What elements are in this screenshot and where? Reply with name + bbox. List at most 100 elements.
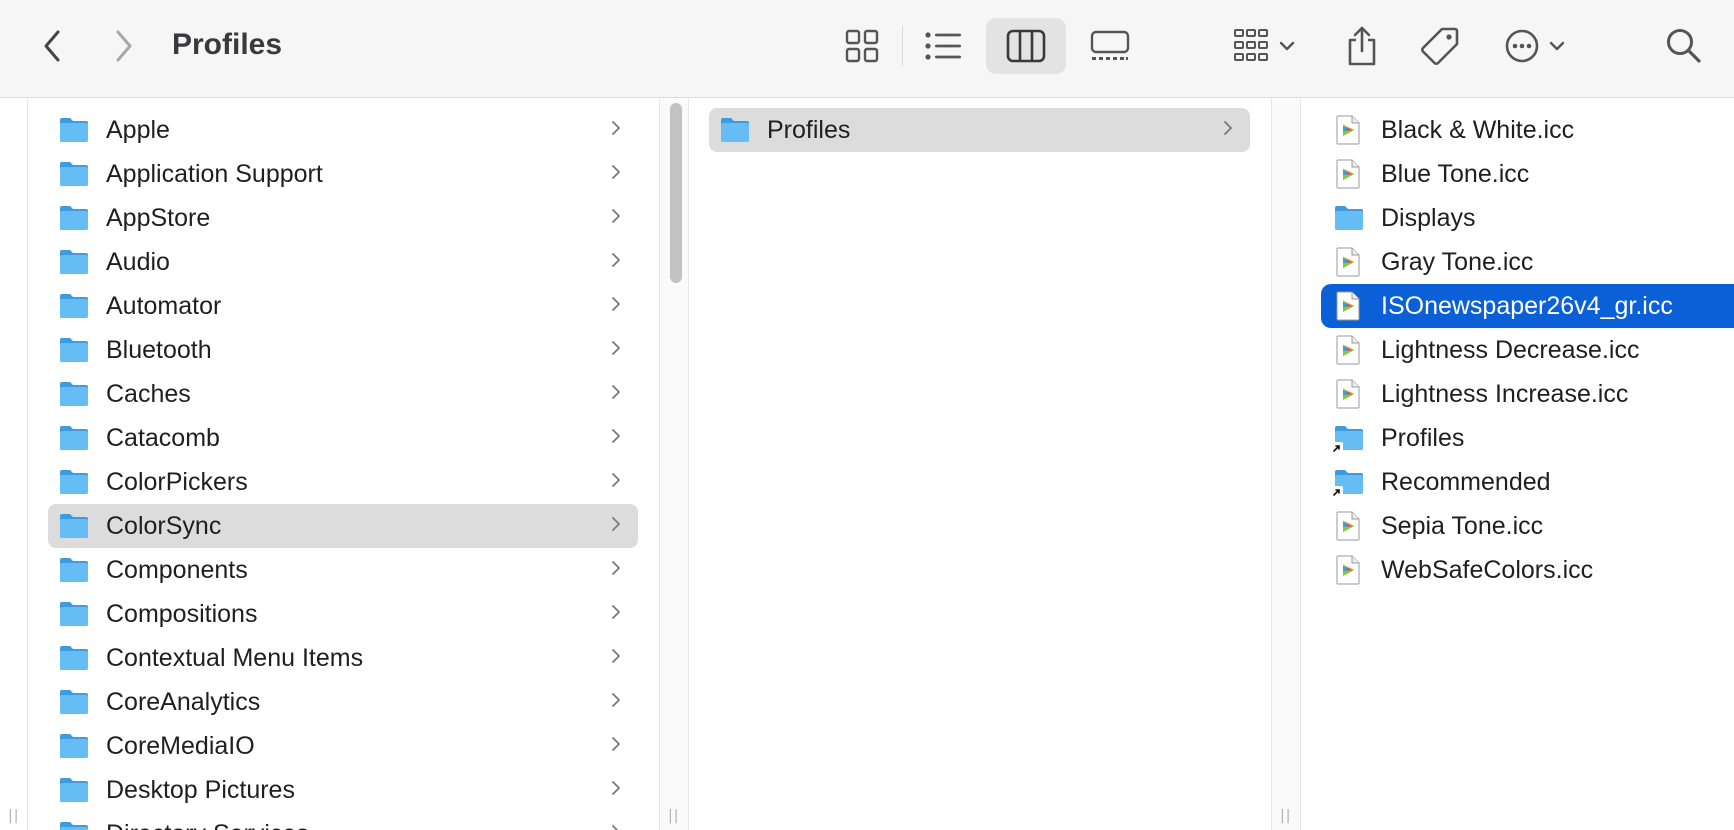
- folder-icon: [58, 248, 90, 276]
- chevron-right-icon: [116, 30, 132, 62]
- search-button[interactable]: [1660, 22, 1708, 70]
- folder-icon: [58, 644, 90, 672]
- icc-file-icon: [1335, 511, 1361, 541]
- list-item[interactable]: Components: [48, 548, 638, 592]
- list-item[interactable]: Recommended: [1321, 460, 1734, 504]
- list-item[interactable]: ColorPickers: [48, 460, 638, 504]
- window-title: Profiles: [172, 28, 283, 61]
- list-item[interactable]: WebSafeColors.icc: [1321, 548, 1734, 592]
- list-item[interactable]: Displays: [1321, 196, 1734, 240]
- list-item[interactable]: Bluetooth: [48, 328, 638, 372]
- list-item[interactable]: ISOnewspaper26v4_gr.icc: [1321, 284, 1734, 328]
- list-item[interactable]: Contextual Menu Items: [48, 636, 638, 680]
- alias-arrow-icon: [1331, 442, 1343, 454]
- chevron-right-icon: [606, 691, 626, 714]
- icc-file-icon: [1335, 335, 1361, 365]
- list-item[interactable]: Gray Tone.icc: [1321, 240, 1734, 284]
- chevron-right-icon: [606, 823, 626, 830]
- list-item[interactable]: Blue Tone.icc: [1321, 152, 1734, 196]
- group-button[interactable]: [1228, 22, 1300, 70]
- item-label: Sepia Tone.icc: [1381, 511, 1544, 540]
- item-label: Audio: [106, 247, 170, 276]
- list-item[interactable]: Desktop Pictures: [48, 768, 638, 812]
- icc-file-icon: [1335, 379, 1361, 409]
- chevron-right-icon: [1218, 119, 1238, 142]
- item-label: Desktop Pictures: [106, 775, 295, 804]
- item-label: CoreAnalytics: [106, 687, 261, 716]
- folder-icon: [58, 424, 90, 452]
- list-item[interactable]: Audio: [48, 240, 638, 284]
- column-2-gutter: ||: [1271, 99, 1301, 830]
- item-label: Directory Services: [106, 820, 606, 830]
- item-label: Lightness Increase.icc: [1381, 379, 1629, 408]
- item-label: Recommended: [1381, 467, 1551, 496]
- alias-arrow-icon: [1331, 486, 1343, 498]
- folder-icon: [58, 820, 90, 830]
- item-label: Lightness Decrease.icc: [1381, 335, 1640, 364]
- list-view-button[interactable]: [918, 22, 970, 70]
- list-item[interactable]: Black & White.icc: [1321, 108, 1734, 152]
- toolbar: Profiles: [0, 0, 1734, 98]
- folder-icon: [1333, 204, 1365, 232]
- column-1-scrollbar[interactable]: ||: [659, 99, 689, 830]
- grid-icon: [845, 29, 879, 63]
- column-3: Black & White.icc Blue Tone.icc Displays Gr…: [1301, 99, 1734, 830]
- column-view-button[interactable]: [986, 18, 1066, 74]
- chevron-right-icon: [606, 603, 626, 626]
- share-button[interactable]: [1340, 20, 1384, 72]
- icon-view-button[interactable]: [836, 22, 888, 70]
- tags-button[interactable]: [1416, 22, 1464, 70]
- item-label: Apple: [106, 115, 170, 144]
- folder-icon: [58, 468, 90, 496]
- chevron-right-icon: [606, 647, 626, 670]
- chevron-left-icon: [44, 30, 60, 62]
- list-item[interactable]: Profiles: [1321, 416, 1734, 460]
- column-1: Apple Application Support AppStore Audio Aut…: [28, 99, 658, 830]
- list-item[interactable]: CoreMediaIO: [48, 724, 638, 768]
- folder-icon: [58, 336, 90, 364]
- folder-icon: [58, 600, 90, 628]
- resize-handle[interactable]: ||: [8, 808, 19, 824]
- list-item[interactable]: Application Support: [48, 152, 638, 196]
- resize-handle[interactable]: ||: [1280, 808, 1291, 824]
- list-item[interactable]: Catacomb: [48, 416, 638, 460]
- item-label: AppStore: [106, 203, 211, 232]
- list-item[interactable]: Compositions: [48, 592, 638, 636]
- gallery-view-button[interactable]: [1084, 22, 1136, 70]
- chevron-right-icon: [606, 779, 626, 802]
- list-item[interactable]: Lightness Increase.icc: [1321, 372, 1734, 416]
- share-icon: [1348, 26, 1376, 66]
- resize-handle[interactable]: ||: [668, 808, 679, 824]
- list-item[interactable]: Lightness Decrease.icc: [1321, 328, 1734, 372]
- folder-icon: [58, 512, 90, 540]
- toolbar-separator: [902, 26, 903, 66]
- item-label: ColorPickers: [106, 467, 248, 496]
- list-item[interactable]: Apple: [48, 108, 638, 152]
- column-2: Profiles: [689, 99, 1270, 830]
- folder-icon: [58, 292, 90, 320]
- list-item[interactable]: ColorSync: [48, 504, 638, 548]
- chevron-right-icon: [606, 207, 626, 230]
- folder-icon: [58, 116, 90, 144]
- forward-button[interactable]: [108, 26, 140, 66]
- list-item[interactable]: Sepia Tone.icc: [1321, 504, 1734, 548]
- item-label: Bluetooth: [106, 335, 212, 364]
- icc-file-icon: [1335, 555, 1361, 585]
- chevron-right-icon: [606, 515, 626, 538]
- list-item[interactable]: Profiles: [709, 108, 1250, 152]
- more-actions-button[interactable]: [1500, 22, 1572, 70]
- list-item[interactable]: Caches: [48, 372, 638, 416]
- list-item[interactable]: Automator: [48, 284, 638, 328]
- back-button[interactable]: [36, 26, 68, 66]
- tag-icon: [1421, 27, 1459, 65]
- folder-icon: [58, 732, 90, 760]
- item-label: Components: [106, 555, 248, 584]
- list-item[interactable]: CoreAnalytics: [48, 680, 638, 724]
- list-item[interactable]: AppStore: [48, 196, 638, 240]
- item-label: Profiles: [767, 115, 851, 144]
- item-label: Displays: [1381, 203, 1476, 232]
- scrollbar-thumb[interactable]: [670, 103, 682, 283]
- list-icon: [925, 32, 961, 60]
- item-label: ISOnewspaper26v4_gr.icc: [1381, 291, 1673, 320]
- list-item[interactable]: Directory Services: [48, 812, 638, 830]
